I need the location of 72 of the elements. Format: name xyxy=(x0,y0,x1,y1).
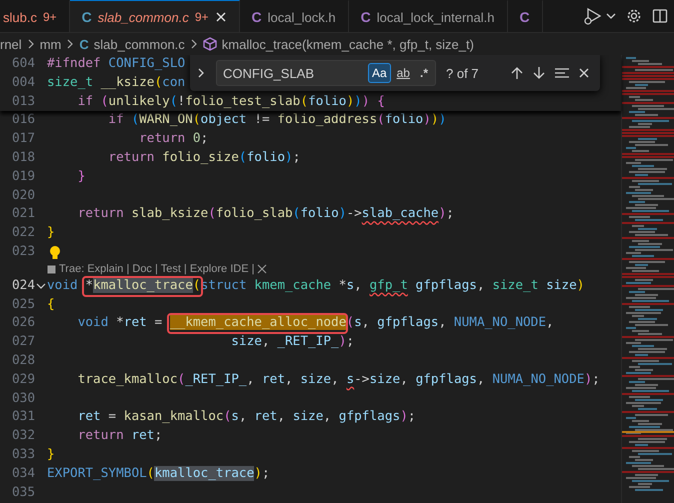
breadcrumb-item[interactable]: slab_common.c xyxy=(94,36,185,52)
line-number: 020 xyxy=(10,186,35,205)
code-line: size_t __ksize(con xyxy=(47,74,186,92)
chevron-right-icon xyxy=(190,39,198,49)
match-count: ? of 7 xyxy=(446,66,479,80)
code-line: } xyxy=(47,446,55,464)
breadcrumb-item[interactable]: mm xyxy=(40,36,62,52)
code-line: return folio_size(folio); xyxy=(107,148,300,167)
code-line: if (unlikely(!folio_test_slab(folio))) { xyxy=(76,92,385,111)
c-file-icon: C xyxy=(79,36,89,52)
code-line: } xyxy=(47,224,55,242)
code-line: return ret; xyxy=(76,427,162,446)
close-icon[interactable] xyxy=(578,67,590,79)
line-number: 021 xyxy=(10,205,35,224)
close-icon[interactable] xyxy=(257,264,268,274)
square-icon xyxy=(47,264,56,274)
line-number: 029 xyxy=(10,370,35,389)
code-line: } xyxy=(76,168,86,186)
breadcrumb-item[interactable]: rnel xyxy=(0,36,22,52)
line-number: 023 xyxy=(10,242,35,261)
editor-tab[interactable]: C slab_common.c 9+ xyxy=(70,0,240,32)
code-line: ret = kasan_kmalloc(s, ret, size, gfpflags); xyxy=(76,408,416,426)
split-editor-icon[interactable] xyxy=(652,8,668,24)
line-number: 026 xyxy=(10,314,35,332)
code-line: { xyxy=(47,296,55,314)
chevron-right-icon xyxy=(66,39,74,49)
line-number: 024 xyxy=(10,276,35,295)
line-number: 035 xyxy=(10,484,35,502)
code-line: size, _RET_IP_); xyxy=(230,333,354,352)
line-number: 604 xyxy=(10,55,35,73)
line-number: 030 xyxy=(10,390,35,408)
regex-toggle[interactable]: .* xyxy=(416,63,432,83)
line-number: 032 xyxy=(10,427,35,446)
arrow-down-icon[interactable] xyxy=(532,66,546,80)
lightbulb-icon[interactable] xyxy=(49,244,61,260)
c-file-icon: C xyxy=(82,9,92,25)
code-line: trace_kmalloc(_RET_IP_, ret, size, s->size, gfpflags, NUMA_NO_NODE); xyxy=(76,370,600,389)
line-number: 016 xyxy=(10,111,35,130)
line-number: 022 xyxy=(10,224,35,242)
search-field[interactable]: CONFIG_SLAB Aa ab .* xyxy=(216,60,436,86)
line-number: 019 xyxy=(10,168,35,186)
line-number: 027 xyxy=(10,333,35,352)
chevron-down-icon[interactable] xyxy=(36,281,46,292)
arrow-up-icon[interactable] xyxy=(510,66,524,80)
find-in-selection-icon[interactable] xyxy=(554,66,570,80)
code-line: if (WARN_ON(object != folio_address(folio))) xyxy=(107,111,446,130)
chevron-right-icon xyxy=(26,39,35,49)
match-case-toggle[interactable]: Aa xyxy=(368,63,391,83)
settings-icon[interactable] xyxy=(626,8,642,24)
codelens-actions[interactable]: Trae: Explain | Doc | Test | Explore IDE | xyxy=(59,263,254,276)
line-number: 013 xyxy=(10,92,35,111)
run-debug-icon[interactable] xyxy=(582,7,604,25)
line-number: 025 xyxy=(10,296,35,314)
line-number: 017 xyxy=(10,130,35,148)
line-number: 031 xyxy=(10,408,35,426)
code-line: EXPORT_SYMBOL(kmalloc_trace); xyxy=(47,464,270,483)
code-line: void *kmalloc_trace(struct kmem_cache *s, gfp_t gfpflags, size_t size) xyxy=(47,276,584,296)
code-line: return 0; xyxy=(138,130,208,148)
chevron-down-icon[interactable] xyxy=(606,11,616,21)
line-number: 034 xyxy=(10,464,35,483)
line-number: 033 xyxy=(10,446,35,464)
code-line: #ifndef CONFIG_SLO xyxy=(47,55,186,73)
whole-word-toggle[interactable]: ab xyxy=(392,63,414,83)
c-file-icon: C xyxy=(520,9,530,25)
cube-icon xyxy=(202,37,217,51)
c-file-icon: C xyxy=(252,9,262,25)
code-line: return slab_ksize(folio_slab(folio)->slab_cache); xyxy=(76,205,454,224)
line-number: 028 xyxy=(10,352,35,370)
c-file-icon: C xyxy=(360,9,371,25)
line-number: 004 xyxy=(10,74,35,92)
breadcrumb-item[interactable]: kmalloc_trace(kmem_cache *, gfp_t, size_t) xyxy=(222,36,474,52)
line-number: 018 xyxy=(10,148,35,167)
